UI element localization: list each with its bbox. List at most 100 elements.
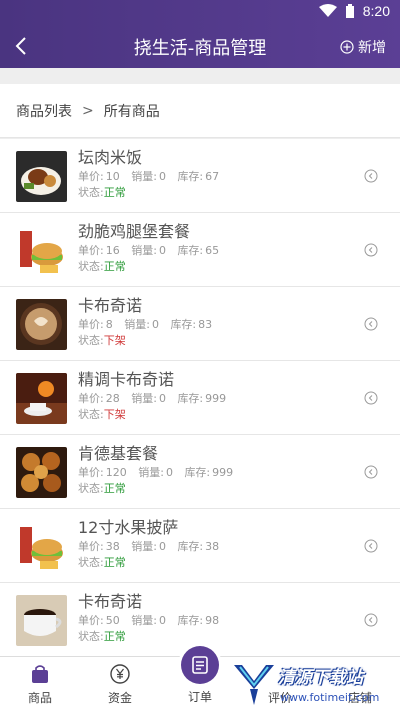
sales-label: 销量: [131,244,157,257]
status-badge: 正常 [103,186,126,199]
product-status: 状态:下架 [78,333,212,349]
price-label: 单价: [78,614,104,627]
app-bar: 挠生活-商品管理 新增 [0,24,400,68]
circle-arrow-left-icon[interactable] [364,243,378,257]
sales-value: 0 [158,392,166,405]
stock-value: 999 [212,466,234,479]
product-meta: 单价: 50 销量: 0 库存: 98 [78,613,219,629]
status-label: 状态: [78,260,104,273]
circle-arrow-left-icon[interactable] [364,317,378,331]
shopping-bag-icon [32,665,48,683]
product-thumbnail [16,225,67,276]
product-name: 12寸水果披萨 [78,518,179,537]
sales-value: 0 [158,540,166,553]
stock-value: 67 [205,170,220,183]
product-name: 精调卡布奇诺 [78,370,175,389]
list-item[interactable]: 12寸水果披萨 单价: 38 销量: 0 库存: 38 状态:正常 [0,509,400,583]
orders-icon [192,656,208,674]
price-label: 单价: [78,392,104,405]
tab-goods-label: 商品 [27,691,52,705]
product-meta: 单价: 28 销量: 0 库存: 999 [78,391,226,407]
status-label: 状态: [78,408,104,421]
circle-arrow-left-icon[interactable] [364,391,378,405]
watermark-text: 清源下载站 [278,668,363,688]
sales-label: 销量: [131,614,157,627]
circle-arrow-left-icon[interactable] [364,539,378,553]
stock-label: 库存: [177,392,204,405]
tab-orders-label: 订单 [187,690,212,704]
circle-arrow-left-icon[interactable] [364,613,378,627]
stock-label: 库存: [177,614,204,627]
product-list: 坛肉米饭 单价: 10 销量: 0 库存: 67 状态:正常 劲脆鸡腿堡套餐 单价: 1… [0,139,400,656]
yuan-coin-icon [110,664,130,684]
product-meta: 单价: 38 销量: 0 库存: 38 [78,539,219,555]
stock-value: 38 [205,540,220,553]
product-meta: 单价: 10 销量: 0 库存: 67 [78,169,219,185]
price-value: 8 [105,318,113,331]
product-name: 坛肉米饭 [78,148,143,167]
list-item[interactable]: 劲脆鸡腿堡套餐 单价: 16 销量: 0 库存: 65 状态:正常 [0,213,400,287]
tab-goods[interactable]: 商品 [10,663,70,706]
price-value: 50 [105,614,120,627]
breadcrumb: 商品列表 > 所有商品 [0,84,400,138]
status-label: 状态: [78,482,104,495]
sales-value: 0 [151,318,159,331]
status-badge: 下架 [103,334,126,347]
sales-label: 销量: [131,540,157,553]
watermark: 清源下载站 www.fotimeit.com [230,657,400,710]
list-item[interactable]: 肯德基套餐 单价: 120 销量: 0 库存: 999 状态:正常 [0,435,400,509]
sales-label: 销量: [138,466,164,479]
tab-orders-button[interactable] [181,646,219,684]
product-thumbnail [16,447,67,498]
stock-value: 65 [205,244,220,257]
status-badge: 下架 [103,408,126,421]
product-meta: 单价: 120 销量: 0 库存: 999 [78,465,233,481]
product-status: 状态:正常 [78,185,219,201]
add-label: 新增 [358,40,386,56]
wifi-icon [318,4,337,17]
product-thumbnail [16,595,67,646]
list-item[interactable]: 坛肉米饭 单价: 10 销量: 0 库存: 67 状态:正常 [0,139,400,213]
clock: 8:20 [362,3,390,19]
watermark-url: www.fotimeit.com [280,691,380,704]
product-meta: 单价: 8 销量: 0 库存: 83 [78,317,212,333]
stock-label: 库存: [184,466,211,479]
sales-label: 销量: [124,318,150,331]
watermark-logo-icon [234,665,274,705]
sales-value: 0 [158,614,166,627]
status-bar: 8:20 [0,0,400,24]
status-label: 状态: [78,556,104,569]
circle-arrow-left-icon[interactable] [364,465,378,479]
product-meta: 单价: 16 销量: 0 库存: 65 [78,243,219,259]
stock-label: 库存: [177,170,204,183]
stock-value: 83 [198,318,213,331]
product-name: 肯德基套餐 [78,444,159,463]
product-status: 状态:正常 [78,259,219,275]
sales-value: 0 [165,466,173,479]
stock-label: 库存: [177,244,204,257]
breadcrumb-root[interactable]: 商品列表 [16,101,72,121]
product-status: 状态:正常 [78,629,219,645]
status-badge: 正常 [103,630,126,643]
list-item[interactable]: 卡布奇诺 单价: 8 销量: 0 库存: 83 状态:下架 [0,287,400,361]
price-value: 38 [105,540,120,553]
status-badge: 正常 [103,556,126,569]
circle-arrow-left-icon[interactable] [364,169,378,183]
product-thumbnail [16,151,67,202]
sales-value: 0 [158,170,166,183]
product-name: 卡布奇诺 [78,296,143,315]
sales-label: 销量: [131,392,157,405]
list-item[interactable]: 精调卡布奇诺 单价: 28 销量: 0 库存: 999 状态:下架 [0,361,400,435]
product-status: 状态:正常 [78,481,233,497]
price-value: 28 [105,392,120,405]
price-value: 10 [105,170,120,183]
product-name: 卡布奇诺 [78,592,143,611]
stock-label: 库存: [177,540,204,553]
plus-circle-icon [340,40,354,54]
price-label: 单价: [78,244,104,257]
price-label: 单价: [78,318,104,331]
add-product-button[interactable]: 新增 [340,37,386,57]
tab-funds[interactable]: 资金 [90,663,150,706]
price-value: 16 [105,244,120,257]
stock-label: 库存: [170,318,197,331]
